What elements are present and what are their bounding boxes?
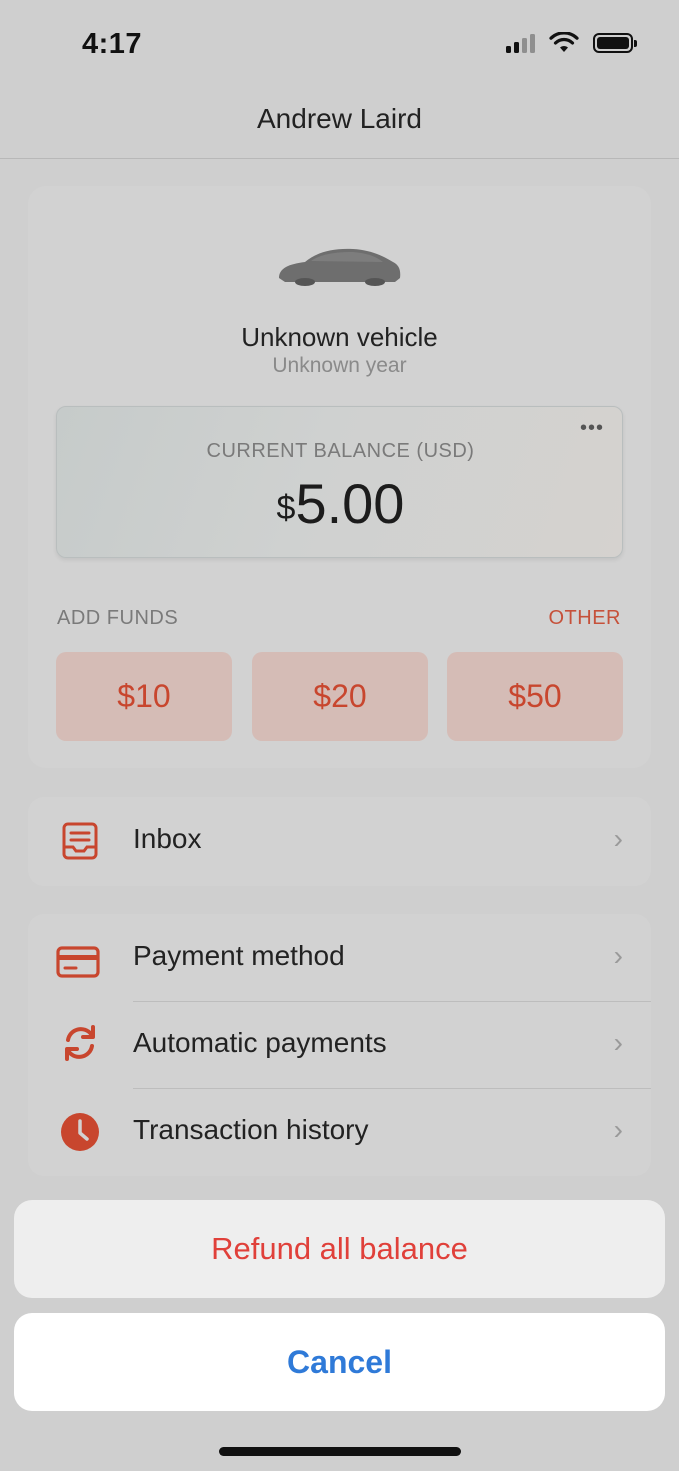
balance-amount: $5.00 (57, 471, 624, 536)
add-50-button[interactable]: $50 (447, 652, 623, 741)
cancel-button[interactable]: Cancel (14, 1313, 665, 1411)
status-bar: 4:17 (0, 0, 679, 90)
home-indicator (219, 1447, 461, 1456)
chevron-right-icon: › (613, 940, 623, 971)
menu-item-label: Automatic payments (133, 1027, 387, 1058)
menu-item-automatic-payments[interactable]: Automatic payments › (28, 1001, 651, 1088)
page-title: Andrew Laird (257, 103, 422, 134)
chevron-right-icon: › (613, 823, 623, 854)
vehicle-year: Unknown year (272, 354, 407, 377)
menu-item-transaction-history[interactable]: Transaction history › (28, 1088, 651, 1175)
add-funds-label: ADD FUNDS (57, 607, 179, 629)
ellipsis-icon[interactable]: ••• (580, 417, 604, 440)
refund-all-balance-button[interactable]: Refund all balance (14, 1200, 665, 1298)
menu-item-label: Transaction history (133, 1114, 369, 1145)
currency-symbol: $ (276, 489, 296, 527)
credit-card-icon (56, 946, 100, 978)
chevron-right-icon: › (613, 1027, 623, 1058)
add-20-button[interactable]: $20 (252, 652, 428, 741)
car-silhouette-icon (279, 248, 401, 286)
balance-value: 5.00 (295, 472, 405, 535)
inbox-icon (62, 822, 98, 860)
battery-icon (593, 33, 637, 53)
status-time: 4:17 (82, 28, 143, 60)
refresh-icon (65, 1025, 95, 1061)
clock-icon (61, 1113, 99, 1151)
inbox-label: Inbox (133, 823, 202, 854)
inbox-row[interactable]: Inbox › (28, 797, 651, 886)
add-10-button[interactable]: $10 (56, 652, 232, 741)
wifi-icon (549, 32, 579, 52)
status-icons (506, 32, 637, 54)
vehicle-name: Unknown vehicle (241, 322, 438, 352)
other-amount-button[interactable]: OTHER (549, 607, 622, 630)
chevron-right-icon: › (613, 1114, 623, 1145)
header-divider (0, 158, 679, 159)
payment-menu: Payment method › Automatic payments › Tr… (28, 914, 651, 1176)
menu-item-label: Payment method (133, 940, 345, 971)
vehicle-card: Unknown vehicle Unknown year ••• CURRENT… (28, 186, 651, 768)
balance-label: CURRENT BALANCE (USD) (206, 440, 475, 462)
balance-card: ••• CURRENT BALANCE (USD) $5.00 (56, 406, 623, 558)
list-item[interactable]: Inbox › (28, 797, 651, 884)
cellular-signal-icon (506, 33, 535, 53)
menu-item-payment-method[interactable]: Payment method › (28, 914, 651, 1001)
